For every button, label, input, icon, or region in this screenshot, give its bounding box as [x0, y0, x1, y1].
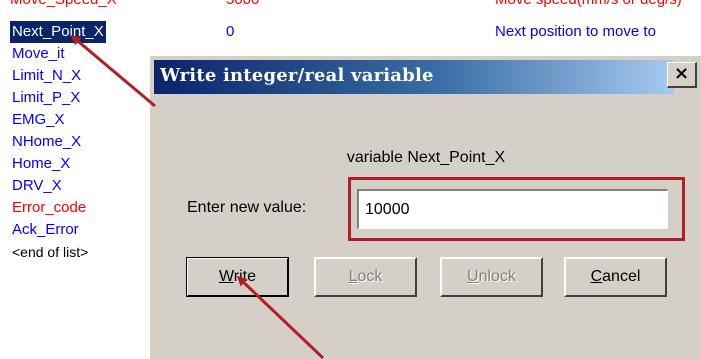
write-button[interactable]: Write	[186, 257, 289, 297]
cropped-variable-name: Move_Speed_X	[10, 0, 117, 8]
arrow-to-next-point-x	[70, 35, 156, 108]
list-item[interactable]: Error_code	[10, 197, 88, 219]
unlock-label: nlock	[478, 268, 516, 285]
write-variable-dialog: Write integer/real variable × variable N…	[149, 55, 701, 359]
cancel-button[interactable]: Cancel	[564, 257, 667, 297]
cancel-label: ancel	[602, 268, 641, 285]
unlock-button[interactable]: Unlock	[440, 257, 543, 297]
cropped-variable-value: 5000	[226, 0, 259, 8]
list-item[interactable]: Ack_Error	[10, 219, 81, 241]
write-label: rite	[233, 268, 257, 285]
cropped-top-row: Move_Speed_X 5000 Move speed(mm/s or deg…	[0, 0, 701, 18]
list-item[interactable]: EMG_X	[10, 109, 67, 131]
selected-variable-description: Next position to move to	[495, 23, 656, 40]
cancel-hotkey: C	[590, 268, 603, 285]
list-item[interactable]: DRV_X	[10, 175, 64, 197]
new-value-label: Enter new value:	[187, 199, 307, 216]
cropped-variable-desc: Move speed(mm/s or deg/s)	[495, 0, 682, 8]
selected-variable-value: 0	[226, 23, 235, 40]
lock-hotkey: L	[348, 268, 358, 285]
close-button[interactable]: ×	[667, 62, 697, 88]
list-item[interactable]: Limit_P_X	[10, 87, 82, 109]
new-value-input[interactable]	[357, 189, 668, 229]
variable-caption: variable Next_Point_X	[346, 149, 506, 166]
lock-label: ock	[357, 268, 383, 285]
list-item[interactable]: Next_Point_X	[10, 21, 106, 43]
list-item[interactable]: Home_X	[10, 153, 72, 175]
dialog-titlebar[interactable]: Write integer/real variable	[154, 60, 701, 94]
lock-button[interactable]: Lock	[314, 257, 417, 297]
dialog-title: Write integer/real variable	[160, 65, 434, 86]
list-item[interactable]: Limit_N_X	[10, 65, 83, 87]
list-item[interactable]: <end of list>	[10, 241, 90, 263]
list-item[interactable]: NHome_X	[10, 131, 83, 153]
write-hotkey: W	[218, 268, 234, 285]
close-icon: ×	[673, 63, 690, 84]
unlock-hotkey: U	[467, 268, 479, 285]
list-item[interactable]: Move_it	[10, 43, 67, 65]
